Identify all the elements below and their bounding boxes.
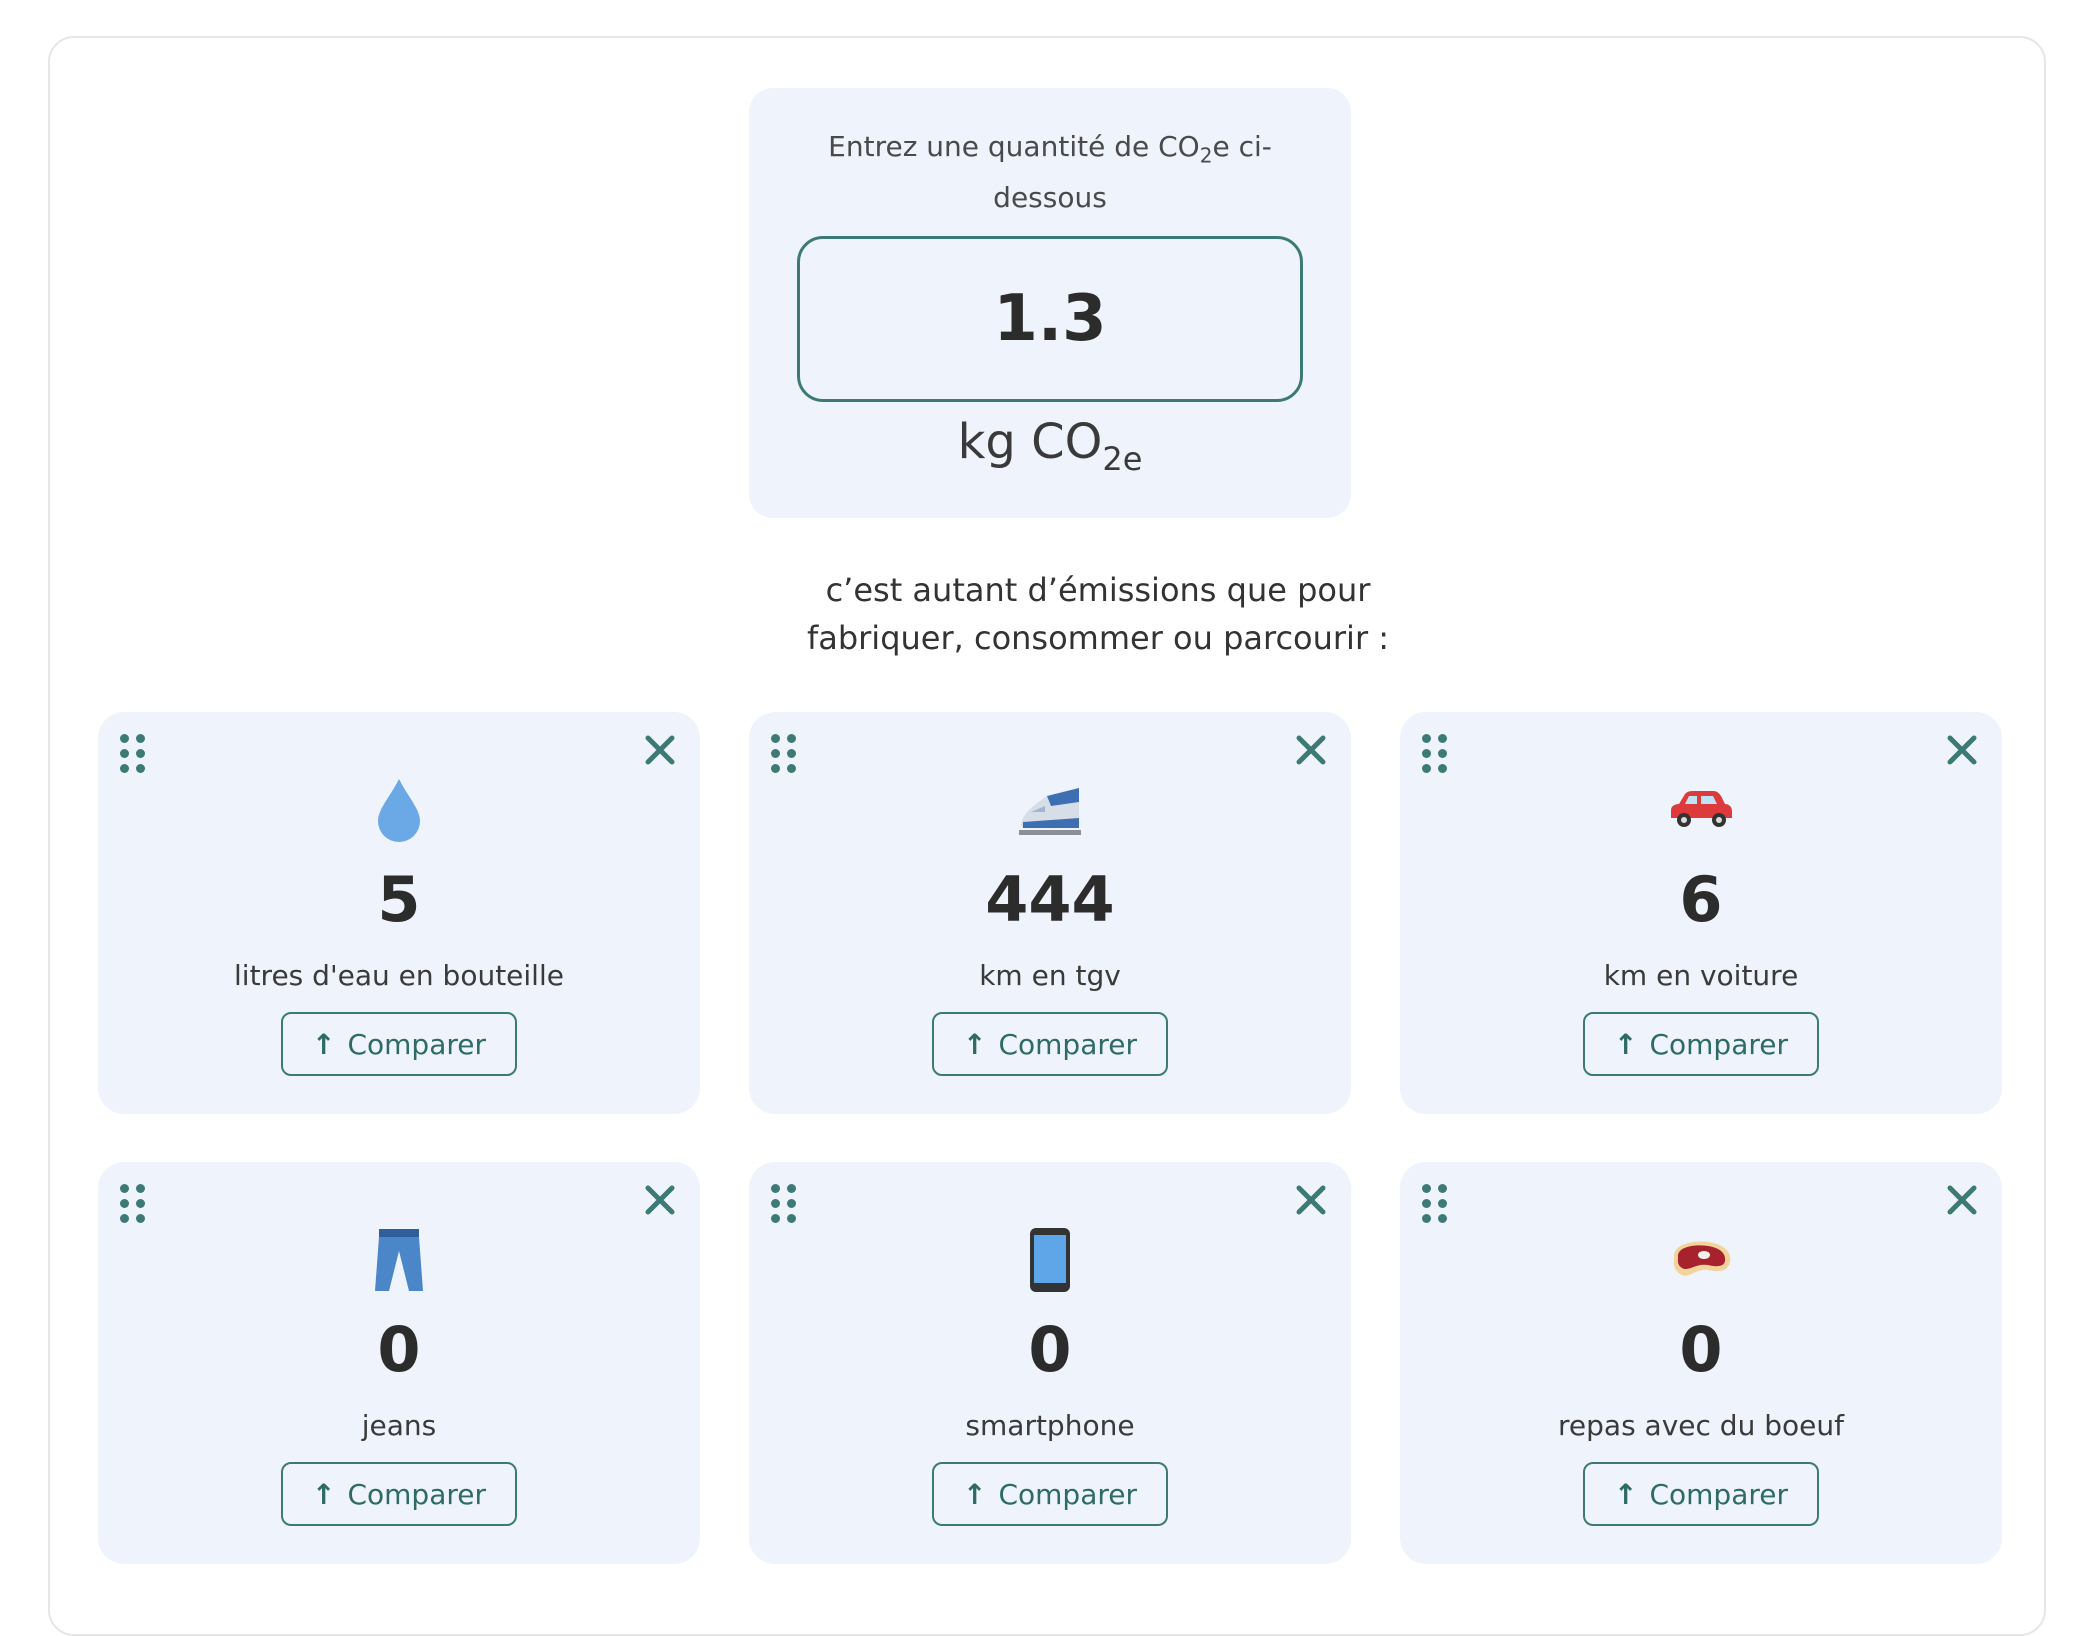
unit-label: kg CO2e bbox=[957, 414, 1143, 478]
equivalent-card-tgv: 444 km en tgv ↑ Comparer bbox=[749, 712, 1351, 1114]
drag-handle-icon[interactable] bbox=[771, 1184, 801, 1224]
arrow-up-icon: ↑ bbox=[1614, 1477, 1638, 1511]
equivalent-card-water: 5 litres d'eau en bouteille ↑ Comparer bbox=[98, 712, 700, 1114]
equivalence-subtitle: c’est autant d’émissions que pour fabriq… bbox=[806, 571, 1390, 657]
arrow-up-icon: ↑ bbox=[963, 1027, 987, 1061]
compare-button[interactable]: ↑ Comparer bbox=[281, 1012, 517, 1076]
equivalent-label: smartphone bbox=[965, 1409, 1135, 1442]
arrow-up-icon: ↑ bbox=[312, 1477, 336, 1511]
equivalent-label: km en tgv bbox=[979, 959, 1121, 992]
close-icon[interactable] bbox=[638, 1178, 682, 1222]
drag-handle-icon[interactable] bbox=[771, 734, 801, 774]
equivalent-card-beef: 0 repas avec du boeuf ↑ Comparer bbox=[1400, 1162, 2002, 1564]
arrow-up-icon: ↑ bbox=[963, 1477, 987, 1511]
drag-handle-icon[interactable] bbox=[1422, 1184, 1452, 1224]
close-icon[interactable] bbox=[1940, 728, 1984, 772]
smartphone-icon bbox=[1030, 1228, 1070, 1292]
water-drop-icon bbox=[378, 779, 420, 842]
close-icon[interactable] bbox=[1289, 728, 1333, 772]
equivalent-value: 0 bbox=[377, 1313, 421, 1386]
equivalent-value: 6 bbox=[1679, 863, 1723, 936]
co2-quantity-input[interactable]: 1.3 bbox=[797, 236, 1303, 402]
equivalent-value: 5 bbox=[377, 863, 421, 936]
comparator-panel: Entrez une quantité de CO2e ci-dessous 1… bbox=[48, 36, 2046, 1636]
input-prompt: Entrez une quantité de CO2e ci-dessous bbox=[828, 130, 1272, 214]
equivalent-card-smartphone: 0 smartphone ↑ Comparer bbox=[749, 1162, 1351, 1564]
equivalent-label: repas avec du boeuf bbox=[1558, 1409, 1844, 1442]
equivalent-label: km en voiture bbox=[1603, 959, 1799, 992]
drag-handle-icon[interactable] bbox=[120, 734, 150, 774]
close-icon[interactable] bbox=[1940, 1178, 1984, 1222]
train-tgv-icon bbox=[1019, 788, 1081, 835]
equivalent-value: 0 bbox=[1679, 1313, 1723, 1386]
arrow-up-icon: ↑ bbox=[1614, 1027, 1638, 1061]
equivalent-value: 0 bbox=[1028, 1313, 1072, 1386]
jeans-icon bbox=[375, 1229, 423, 1291]
equivalent-label: jeans bbox=[361, 1409, 437, 1442]
car-icon bbox=[1671, 791, 1732, 827]
co2-input-card: Entrez une quantité de CO2e ci-dessous 1… bbox=[749, 88, 1351, 518]
compare-button[interactable]: ↑ Comparer bbox=[932, 1012, 1168, 1076]
beef-meal-icon bbox=[1673, 1241, 1731, 1276]
drag-handle-icon[interactable] bbox=[1422, 734, 1452, 774]
compare-button[interactable]: ↑ Comparer bbox=[1583, 1012, 1819, 1076]
compare-button[interactable]: ↑ Comparer bbox=[932, 1462, 1168, 1526]
equivalent-value: 444 bbox=[985, 863, 1115, 936]
close-icon[interactable] bbox=[638, 728, 682, 772]
compare-button[interactable]: ↑ Comparer bbox=[281, 1462, 517, 1526]
equivalent-label: litres d'eau en bouteille bbox=[234, 959, 564, 992]
compare-button[interactable]: ↑ Comparer bbox=[1583, 1462, 1819, 1526]
arrow-up-icon: ↑ bbox=[312, 1027, 336, 1061]
close-icon[interactable] bbox=[1289, 1178, 1333, 1222]
equivalent-card-jeans: 0 jeans ↑ Comparer bbox=[98, 1162, 700, 1564]
drag-handle-icon[interactable] bbox=[120, 1184, 150, 1224]
equivalent-card-car: 6 km en voiture ↑ Comparer bbox=[1400, 712, 2002, 1114]
